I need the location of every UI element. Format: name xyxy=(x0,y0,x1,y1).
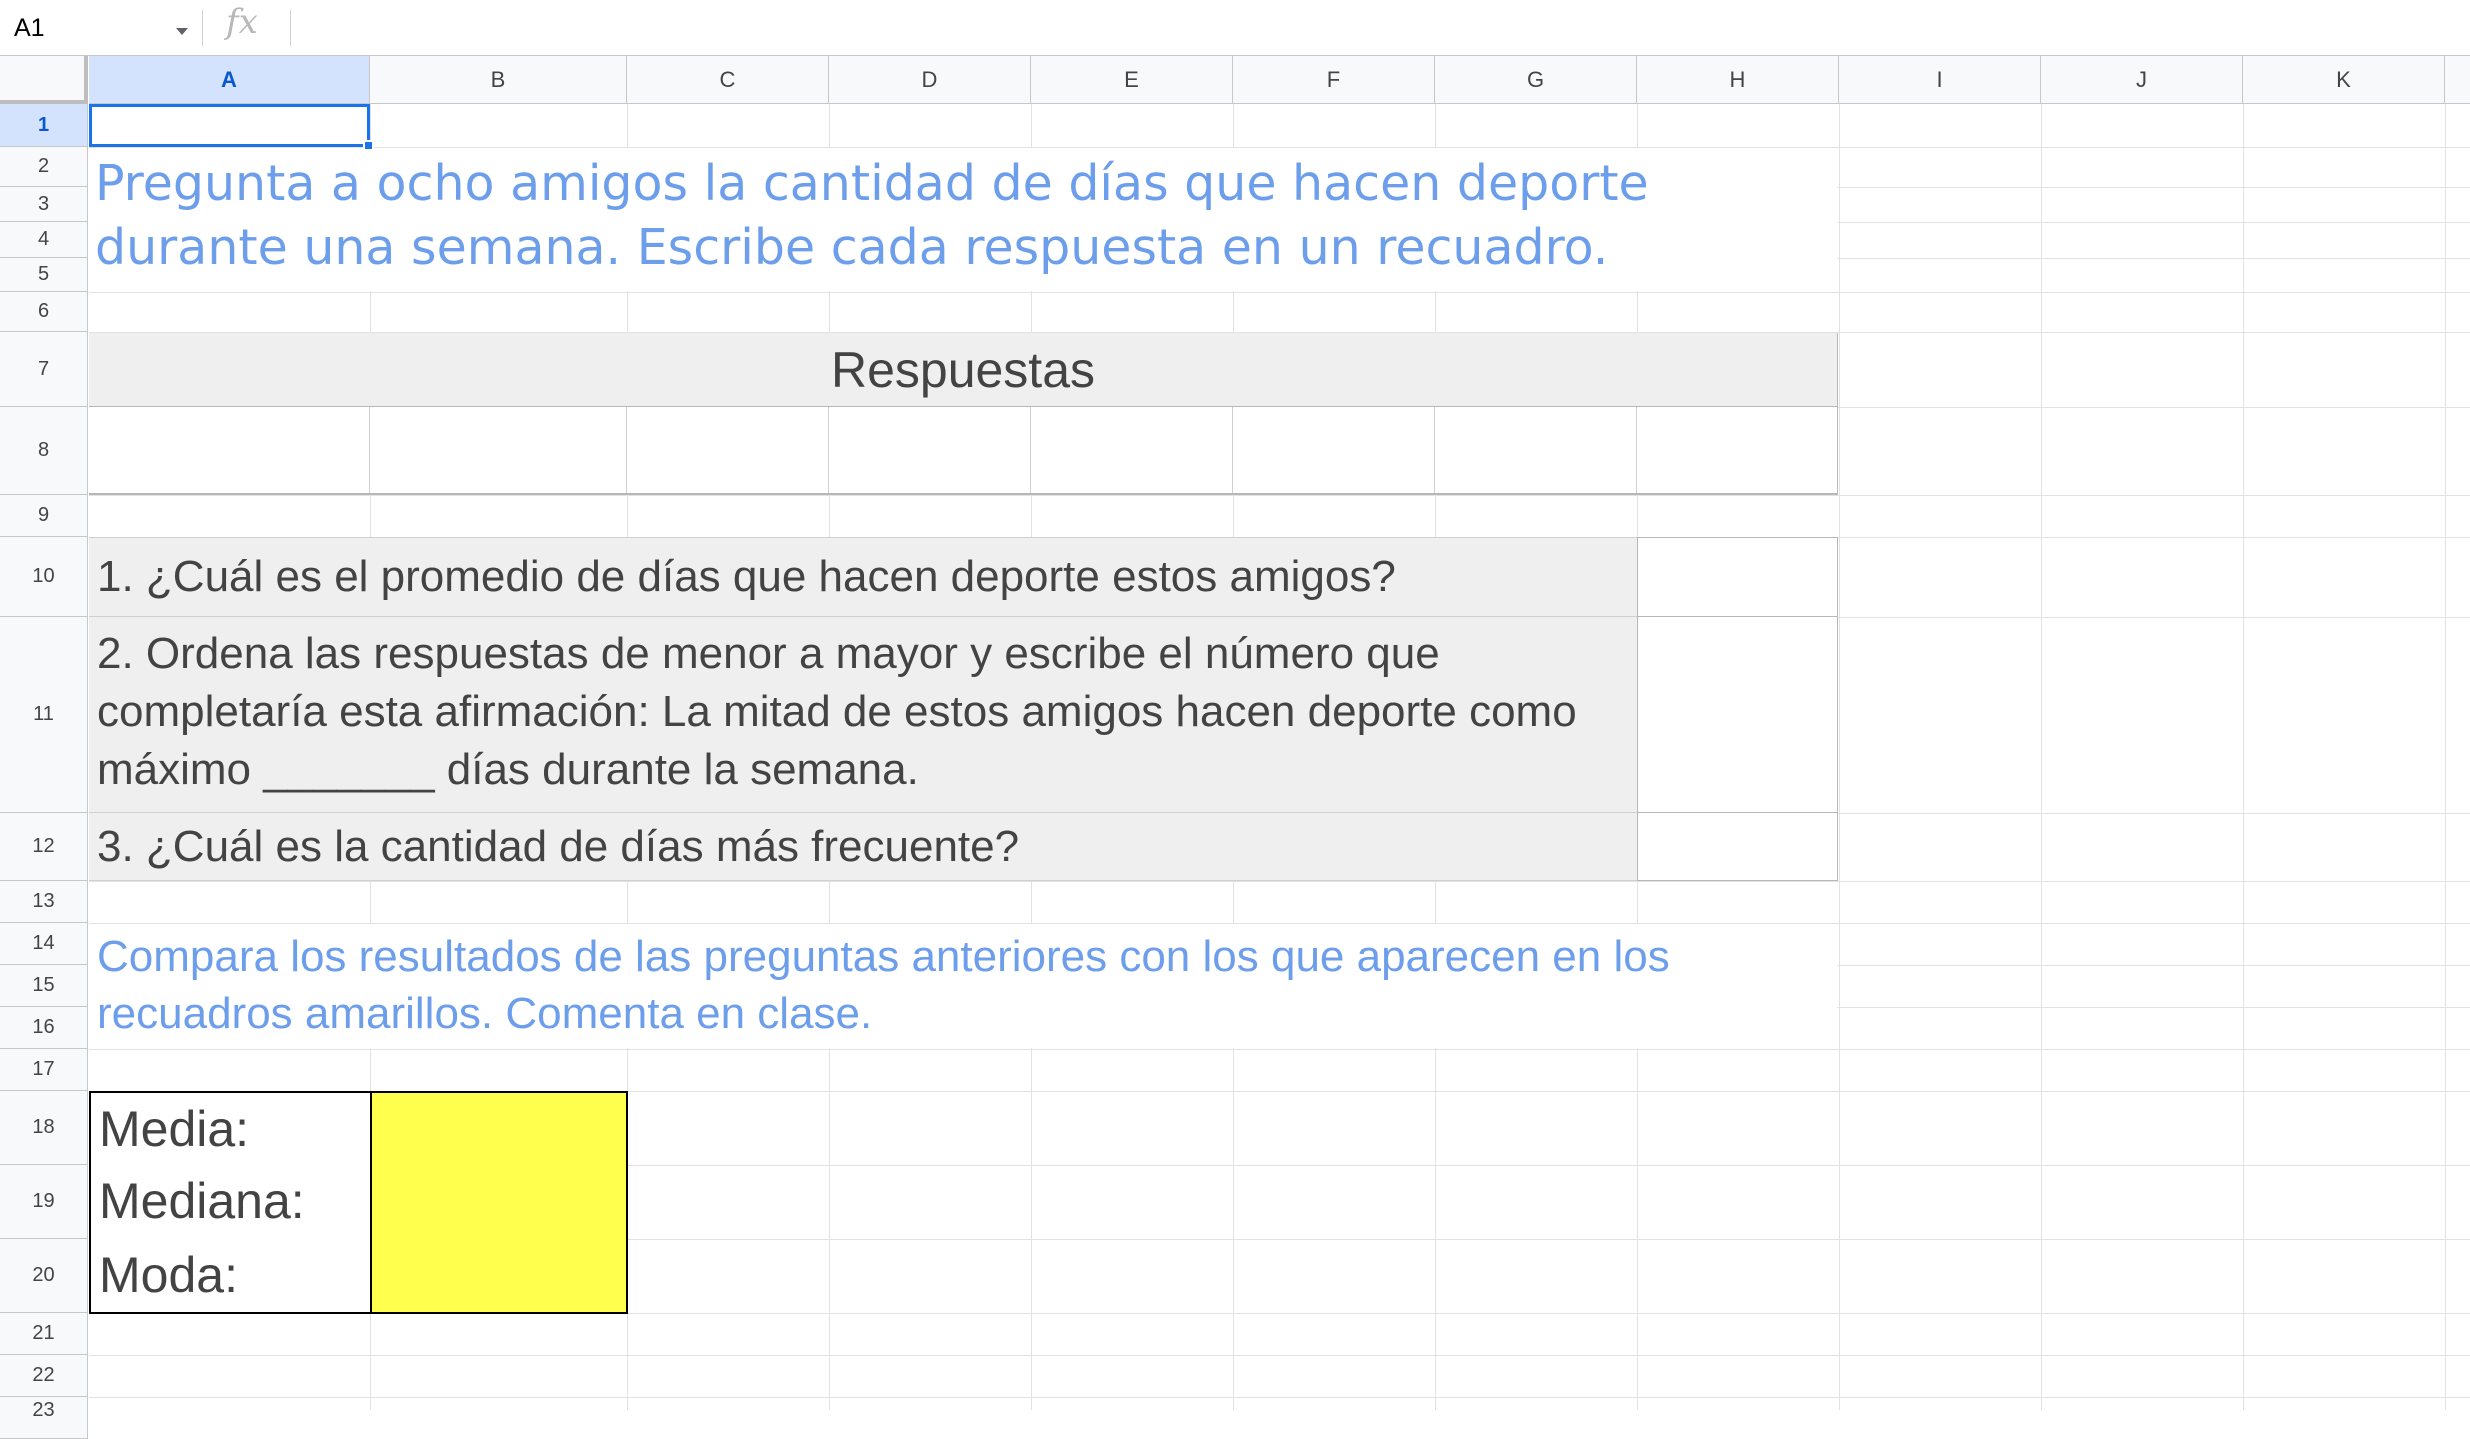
question-1[interactable]: 1. ¿Cuál es el promedio de días que hace… xyxy=(89,537,1637,617)
grid-line xyxy=(89,1397,2470,1398)
formula-input[interactable] xyxy=(300,6,2450,50)
chevron-down-icon[interactable] xyxy=(176,28,188,35)
column-header-d[interactable]: D xyxy=(829,56,1031,104)
row-header-6[interactable]: 6 xyxy=(0,292,88,332)
responses-header: Respuestas xyxy=(89,333,1838,407)
active-cell-selection[interactable] xyxy=(89,104,370,147)
row-header-1[interactable]: 1 xyxy=(0,104,88,147)
row-header-3[interactable]: 3 xyxy=(0,187,88,222)
response-cell[interactable] xyxy=(1031,407,1233,493)
column-header-g[interactable]: G xyxy=(1435,56,1637,104)
row-header-4[interactable]: 4 xyxy=(0,222,88,258)
stat-label-media: Media: xyxy=(89,1091,371,1166)
response-cell[interactable] xyxy=(627,407,829,493)
select-all-corner[interactable] xyxy=(0,56,88,104)
fill-handle[interactable] xyxy=(363,140,374,151)
row-header-22[interactable]: 22 xyxy=(0,1355,88,1397)
column-header-j[interactable]: J xyxy=(2041,56,2243,104)
column-header-h[interactable]: H xyxy=(1637,56,1839,104)
question-3[interactable]: 3. ¿Cuál es la cantidad de días más frec… xyxy=(89,813,1637,881)
stat-label-moda: Moda: xyxy=(89,1238,371,1314)
question-2[interactable]: 2. Ordena las respuestas de menor a mayo… xyxy=(89,617,1637,813)
grid-line xyxy=(89,1355,2470,1356)
row-header-9[interactable]: 9 xyxy=(0,495,88,537)
row-header-15[interactable]: 15 xyxy=(0,965,88,1007)
grid-line xyxy=(2445,104,2446,1410)
name-box[interactable]: A1 xyxy=(0,6,200,50)
response-cell[interactable] xyxy=(1637,407,1837,493)
grid-line xyxy=(89,292,2470,293)
response-cell[interactable] xyxy=(1435,407,1637,493)
column-header-i[interactable]: I xyxy=(1839,56,2041,104)
stat-label-mediana: Mediana: xyxy=(89,1164,371,1240)
answer-cell-2[interactable] xyxy=(1637,616,1838,813)
column-header-e[interactable]: E xyxy=(1031,56,1233,104)
row-header-7[interactable]: 7 xyxy=(0,332,88,407)
grid-line xyxy=(89,1049,2470,1050)
row-header-19[interactable]: 19 xyxy=(0,1165,88,1239)
instruction-text-2[interactable]: Compara los resultados de las preguntas … xyxy=(89,924,1837,1048)
cell-reference: A1 xyxy=(14,13,45,42)
row-header-20[interactable]: 20 xyxy=(0,1239,88,1313)
row-header-18[interactable]: 18 xyxy=(0,1091,88,1165)
answer-cell-1[interactable] xyxy=(1637,537,1838,617)
spreadsheet: A1 fx A B C D E F G H I J K 1 2 3 4 5 6 … xyxy=(0,0,2470,1439)
response-cell[interactable] xyxy=(89,407,370,493)
response-cell[interactable] xyxy=(829,407,1031,493)
row-header-23[interactable]: 23 xyxy=(0,1397,88,1439)
formula-bar: A1 fx xyxy=(0,0,2470,56)
row-header-8[interactable]: 8 xyxy=(0,407,88,495)
column-header-a[interactable]: A xyxy=(89,56,370,104)
row-header-21[interactable]: 21 xyxy=(0,1313,88,1355)
row-header-16[interactable]: 16 xyxy=(0,1007,88,1049)
row-header-17[interactable]: 17 xyxy=(0,1049,88,1091)
row-header-2[interactable]: 2 xyxy=(0,147,88,187)
row-header-14[interactable]: 14 xyxy=(0,923,88,965)
row-header-11[interactable]: 11 xyxy=(0,617,88,813)
grid-line xyxy=(89,495,2470,496)
instruction-text-1[interactable]: Pregunta a ocho amigos la cantidad de dí… xyxy=(89,148,1837,291)
stat-value-moda[interactable] xyxy=(370,1238,628,1314)
answer-cell-3[interactable] xyxy=(1637,812,1838,881)
stat-value-mediana[interactable] xyxy=(370,1164,628,1240)
column-header-k[interactable]: K xyxy=(2243,56,2445,104)
row-header-13[interactable]: 13 xyxy=(0,881,88,923)
function-icon: fx xyxy=(226,2,258,42)
row-header-5[interactable]: 5 xyxy=(0,258,88,292)
grid-line xyxy=(2243,104,2244,1410)
stat-value-media[interactable] xyxy=(370,1091,628,1166)
divider xyxy=(202,10,203,46)
response-cell[interactable] xyxy=(370,407,627,493)
divider xyxy=(290,10,291,46)
column-header-f[interactable]: F xyxy=(1233,56,1435,104)
response-cell[interactable] xyxy=(1233,407,1435,493)
grid-line xyxy=(1839,104,1840,1410)
column-header-b[interactable]: B xyxy=(370,56,627,104)
column-header-c[interactable]: C xyxy=(627,56,829,104)
row-header-10[interactable]: 10 xyxy=(0,537,88,617)
row-header-12[interactable]: 12 xyxy=(0,813,88,881)
column-header-l[interactable] xyxy=(2445,56,2470,104)
grid-line xyxy=(2041,104,2042,1410)
responses-row xyxy=(89,407,1838,495)
grid-line xyxy=(89,881,2470,882)
